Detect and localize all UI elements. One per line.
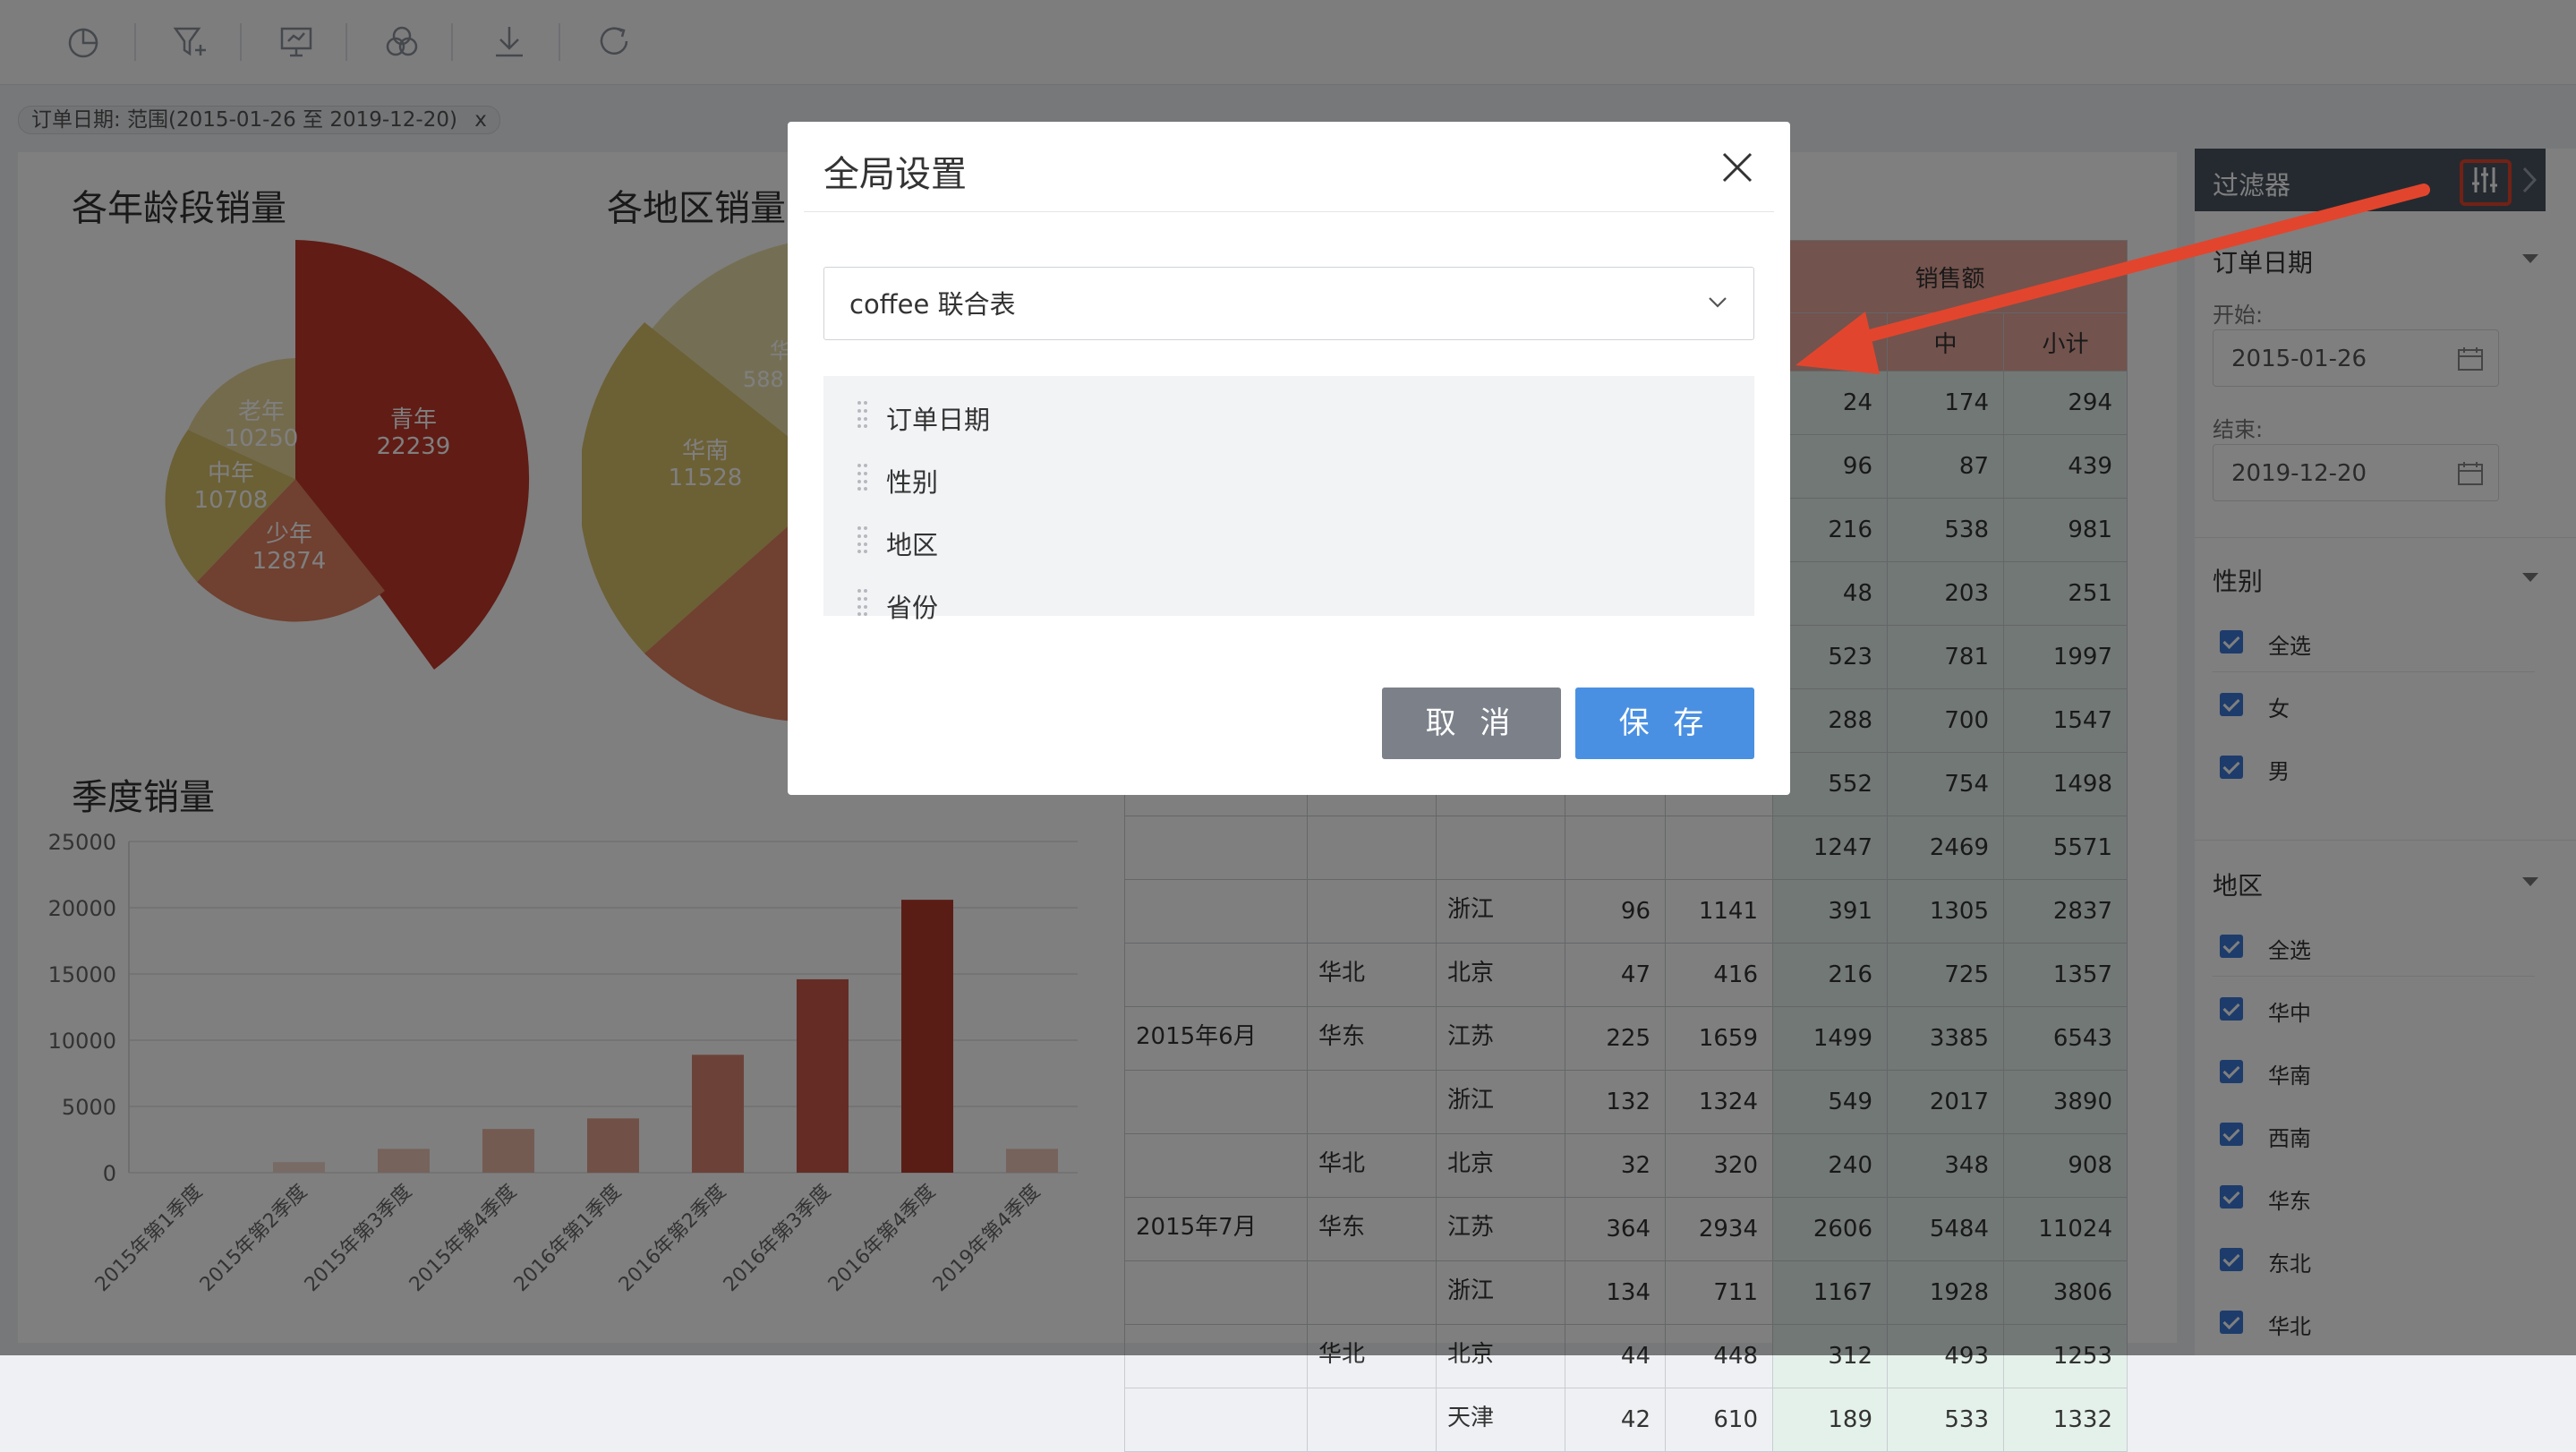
save-button[interactable]: 保 存 — [1575, 688, 1754, 759]
chevron-down-icon — [1709, 297, 1727, 308]
table-cell: 1332 — [2003, 1388, 2128, 1452]
table-cell: 42 — [1565, 1388, 1666, 1452]
annotation-arrow — [1796, 184, 2430, 374]
field-item[interactable]: 省份 — [886, 587, 938, 625]
drag-handle-icon[interactable] — [857, 526, 868, 553]
table-cell — [1124, 1388, 1308, 1452]
field-item[interactable]: 订单日期 — [886, 399, 990, 437]
field-list: 订单日期性别地区省份 — [823, 376, 1754, 623]
drag-handle-icon[interactable] — [857, 589, 868, 616]
table-cell: 533 — [1887, 1388, 2004, 1452]
table-cell: 天津 — [1436, 1388, 1565, 1452]
cancel-button[interactable]: 取 消 — [1382, 688, 1561, 759]
table-cell: 610 — [1665, 1388, 1773, 1452]
table-row: 天津 42 610 189 533 1332 — [1124, 1388, 2128, 1452]
dataset-select[interactable]: coffee 联合表 — [823, 267, 1754, 340]
table-cell: 189 — [1772, 1388, 1888, 1452]
drag-handle-icon[interactable] — [857, 401, 868, 428]
close-icon[interactable] — [1715, 145, 1760, 190]
drag-handle-icon[interactable] — [857, 464, 868, 491]
dataset-select-value: coffee 联合表 — [849, 289, 1016, 320]
table-cell — [1307, 1388, 1437, 1452]
global-settings-dialog: 全局设置 coffee 联合表 订单日期性别地区省份 取 消 保 存 — [788, 122, 1790, 795]
field-item[interactable]: 性别 — [886, 462, 938, 500]
field-item[interactable]: 地区 — [886, 525, 938, 562]
dialog-title: 全局设置 — [823, 154, 967, 195]
